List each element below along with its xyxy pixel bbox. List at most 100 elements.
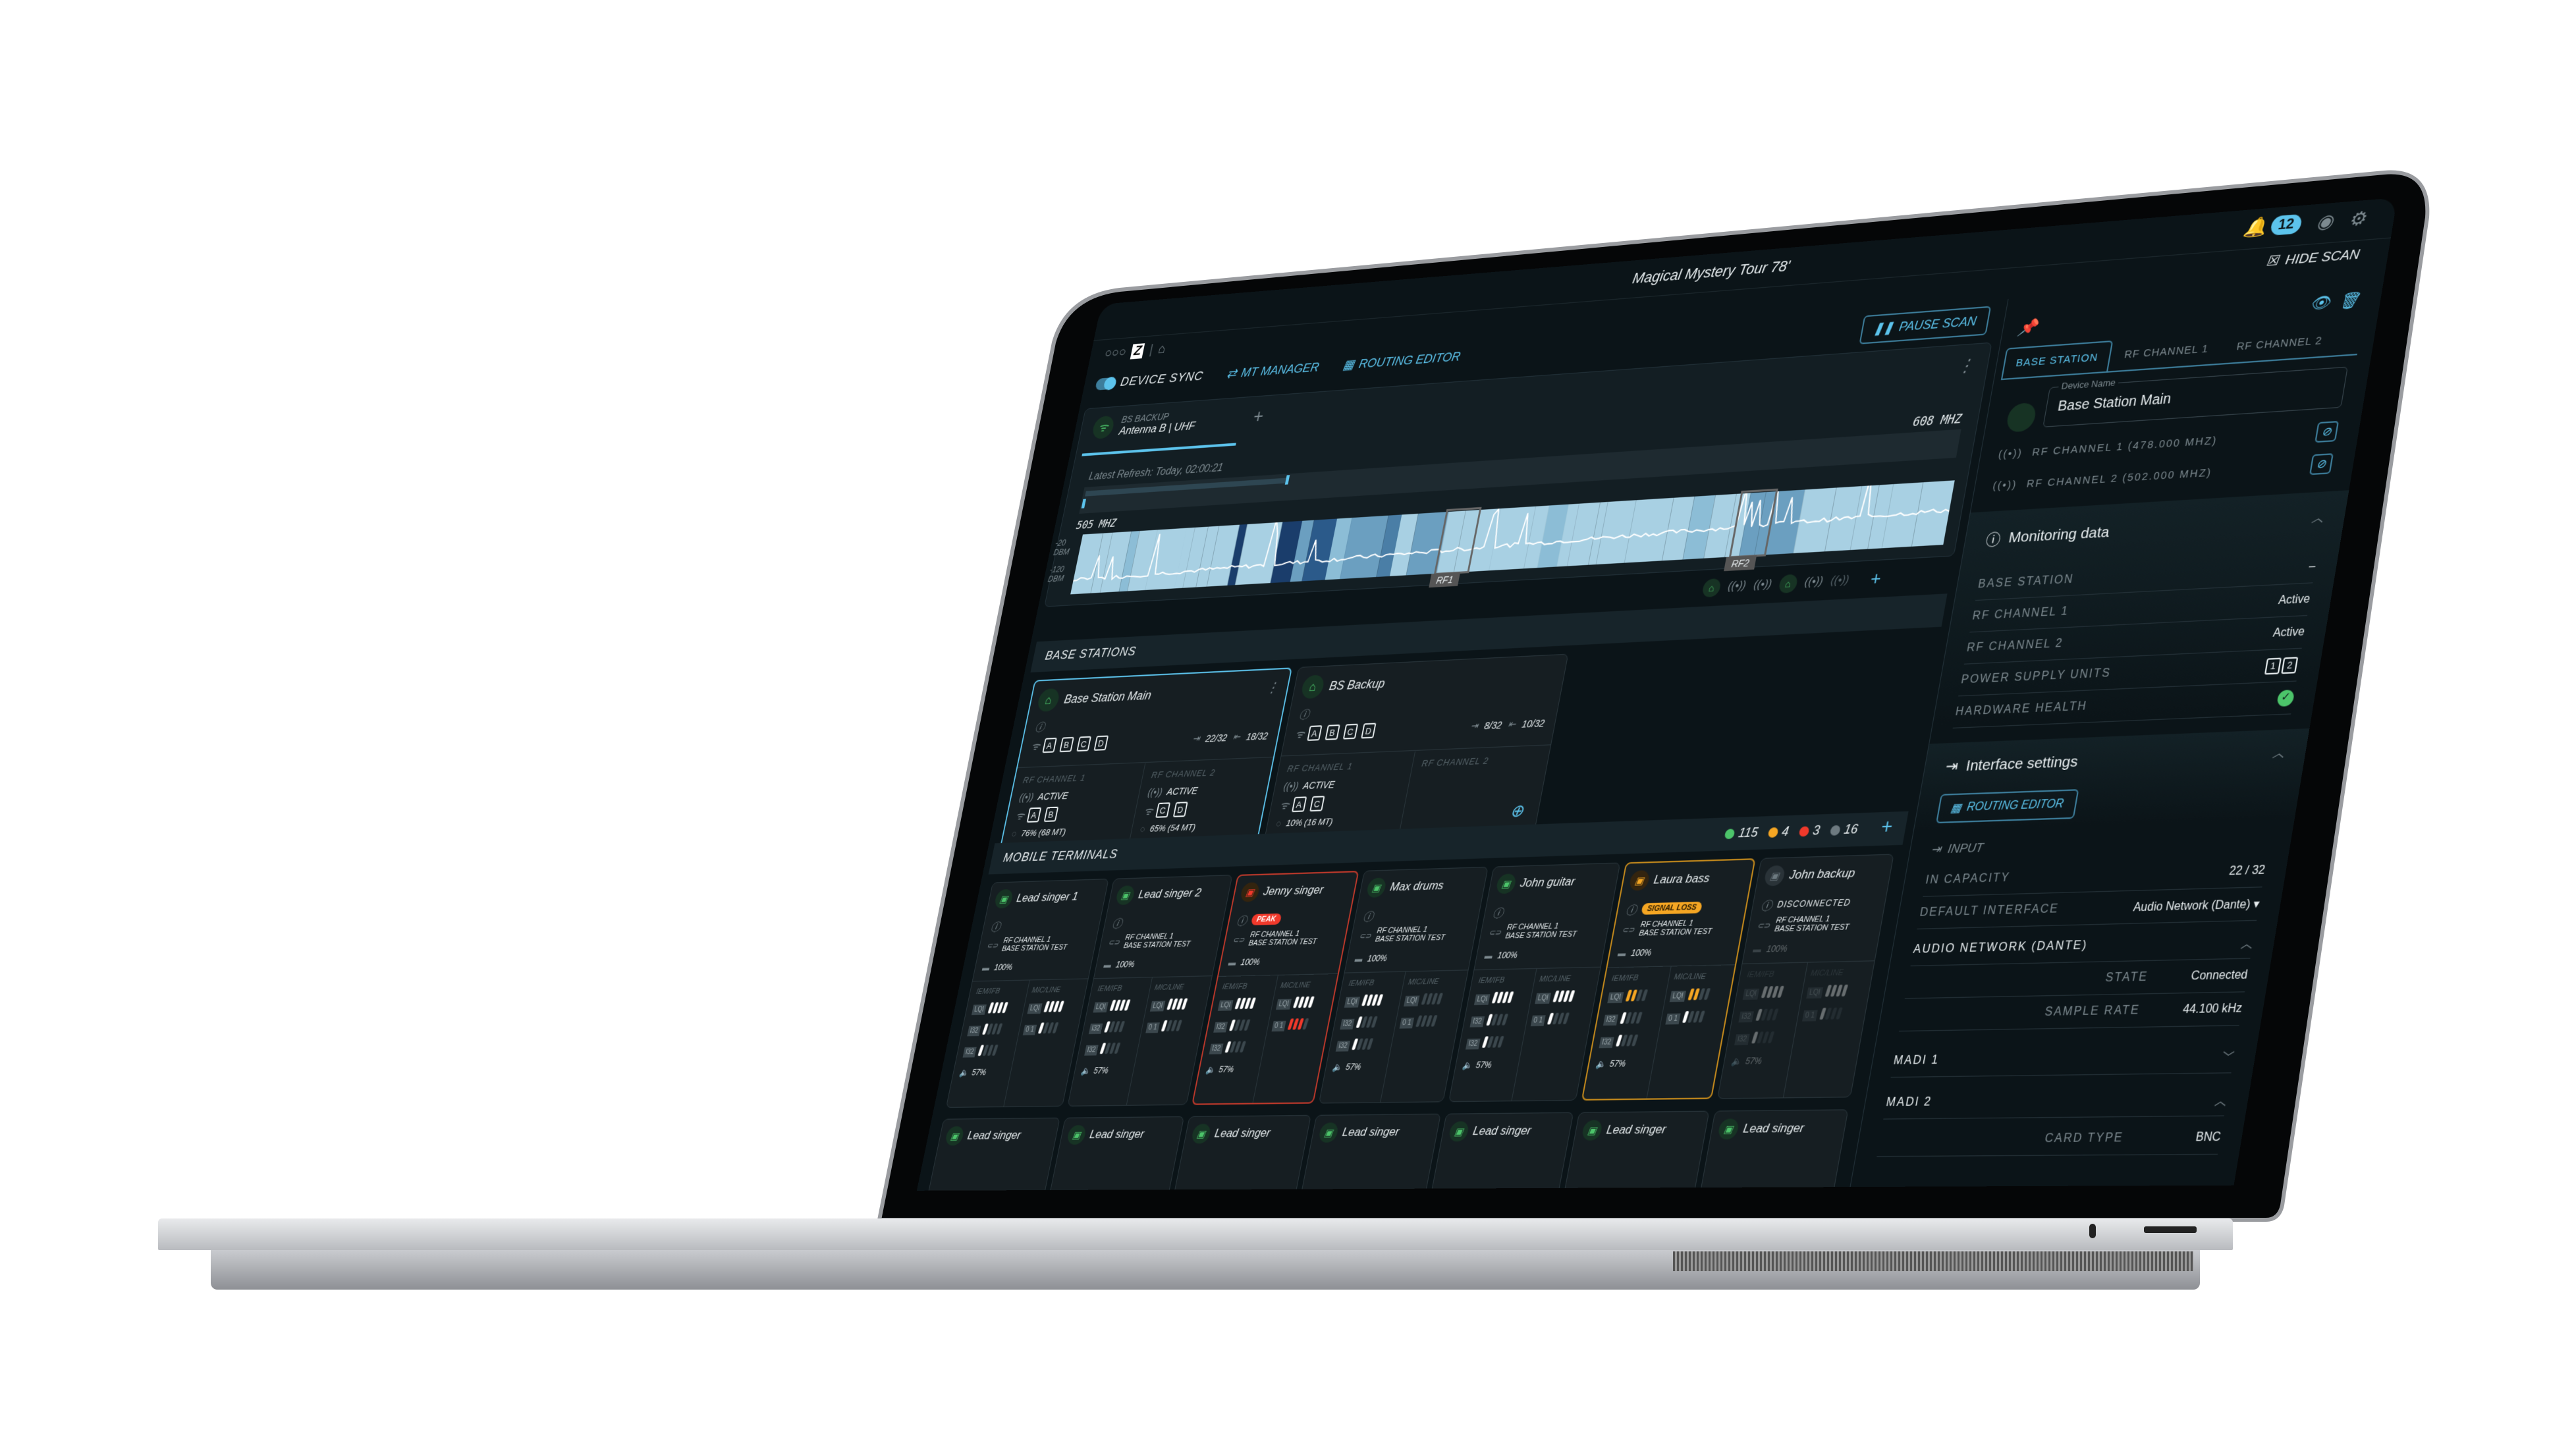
- transmitter-icon: ▣: [1716, 1118, 1740, 1140]
- monitoring-header[interactable]: ⓘ Monitoring data: [1985, 522, 2112, 551]
- base-station-icon: [2005, 402, 2038, 433]
- base-station-card[interactable]: ⌂ Base Station Main ⋮ ⓘ ᯤABCD ⇥ 22/32 ⇤ 18/3…: [999, 667, 1293, 850]
- add-device-button[interactable]: +: [1869, 567, 1882, 589]
- close-box-icon: ☒: [2264, 253, 2280, 270]
- user-icon[interactable]: ◉: [2315, 210, 2335, 234]
- add-channel-button[interactable]: ⊕: [1508, 801, 1525, 822]
- transmitter-icon: ▣: [1628, 870, 1651, 891]
- battery-icon: ▬: [1354, 954, 1364, 964]
- antenna-c-icon: C: [1342, 723, 1358, 740]
- rf-channel-cell: RF CHANNEL 1 ((•)) ACTIVE ᯤAB ◌ 76% (68 MT…: [1010, 772, 1087, 839]
- battery-level: 100%: [1114, 959, 1136, 970]
- routing-editor-button[interactable]: ▦ ROUTING EDITOR: [1935, 789, 2079, 824]
- section-title: MOBILE TERMINALS: [1002, 847, 1119, 865]
- kebab-menu-icon[interactable]: ⋮: [1265, 679, 1280, 697]
- tab-rf-channel-1[interactable]: RF CHANNEL 1: [2108, 333, 2225, 371]
- routing-editor-link[interactable]: ▦ ROUTING EDITOR: [1342, 349, 1462, 373]
- info-icon: ⓘ: [989, 921, 1002, 934]
- trash-icon[interactable]: 🗑: [2338, 290, 2361, 311]
- grid-icon: ▦: [1342, 358, 1356, 373]
- eye-icon[interactable]: 👁: [2309, 293, 2332, 314]
- input-icon: ⇥: [1930, 842, 1942, 857]
- mobile-terminal-card[interactable]: ▣ Lead singer: [1562, 1110, 1710, 1191]
- antenna-a-icon: A: [1291, 796, 1307, 813]
- rf-off-button[interactable]: ⊘: [2314, 420, 2340, 443]
- base-station-icon: ⌂: [1778, 574, 1799, 593]
- base-station-icon: ⌂: [1036, 688, 1061, 712]
- chevron-up-icon: ︿: [2214, 1094, 2228, 1108]
- output-icon: ⇤: [1507, 718, 1517, 730]
- mobile-terminal-card[interactable]: ▣ Lead singer: [1699, 1109, 1849, 1191]
- pin-icon[interactable]: 📌: [2017, 317, 2039, 337]
- volume-icon: 🔈: [1595, 1058, 1607, 1070]
- device-name-field[interactable]: Device Name Base Station Main: [2042, 366, 2348, 427]
- notification-badge[interactable]: 12: [2269, 213, 2303, 236]
- madi-1-header[interactable]: MADI 1 ﹀: [1890, 1039, 2237, 1078]
- device-sync-toggle[interactable]: DEVICE SYNC: [1095, 369, 1205, 391]
- status-badge: DISCONNECTED: [1776, 897, 1852, 910]
- mobile-terminal-card[interactable]: ▣ Lead singer: [1172, 1114, 1311, 1191]
- sync-icon: ⇄: [1225, 366, 1238, 381]
- mobile-terminal-card[interactable]: ▣ Lead singer: [1300, 1113, 1441, 1191]
- scan-tab[interactable]: ᯤ BS BACKUP Antenna B | UHF: [1091, 409, 1198, 440]
- transmitter-icon: ▣: [1190, 1124, 1212, 1144]
- antenna-a-icon: A: [1026, 807, 1041, 823]
- usb-port: [2144, 1226, 2197, 1233]
- traffic-lights[interactable]: ○○○: [1103, 344, 1128, 361]
- volume-icon: 🔈: [958, 1068, 970, 1078]
- mobile-terminal-card[interactable]: ▣ Lead singer: [1048, 1116, 1185, 1191]
- kebab-menu-icon[interactable]: ⋮: [1956, 355, 1976, 377]
- tab-rf-channel-2[interactable]: RF CHANNEL 2: [2220, 325, 2339, 363]
- chevron-up-icon[interactable]: ︿: [2311, 508, 2325, 526]
- base-station-card[interactable]: ⌂ BS Backup ⓘ ᯤABCD ⇥ 8/32 ⇤ 10/32 RF CHANNE…: [1263, 653, 1569, 841]
- rf2-label: RF2: [1724, 555, 1757, 572]
- volume-icon: 🔈: [1331, 1062, 1343, 1072]
- info-icon: ⓘ: [1033, 722, 1046, 734]
- battery-icon: ▬: [1103, 960, 1112, 970]
- tab-base-station[interactable]: BASE STATION: [2001, 340, 2114, 379]
- mobile-terminal-card[interactable]: ▣ Lead singer: [1429, 1112, 1574, 1191]
- pause-scan-button[interactable]: ❚❚ PAUSE SCAN: [1859, 306, 1992, 344]
- info-icon: ⓘ: [1491, 908, 1504, 921]
- active-tab-indicator: [1082, 443, 1236, 456]
- home-icon[interactable]: ⌂: [1157, 342, 1167, 358]
- chevron-up-icon[interactable]: ︿: [2272, 743, 2286, 761]
- bell-icon[interactable]: 🔔: [2242, 215, 2268, 240]
- mt-manager-button[interactable]: ⇄ MT MANAGER: [1226, 360, 1321, 382]
- rf-off-button[interactable]: ⊘: [2309, 453, 2334, 476]
- input-icon: ⇥: [1192, 732, 1201, 744]
- output-icon: ⇤: [1232, 730, 1242, 742]
- battery-level: 100%: [1496, 950, 1519, 961]
- antenna-b-icon: B: [1043, 806, 1058, 823]
- window-controls: ○○○ Z | ⌂: [1103, 341, 1167, 361]
- transmitter-icon: ▣: [1495, 873, 1518, 894]
- add-tab-button[interactable]: +: [1251, 405, 1265, 427]
- chevron-up-icon: ︿: [2239, 937, 2254, 950]
- link-icon: ⊂⊃: [986, 941, 999, 950]
- range-handle-start[interactable]: [1081, 499, 1087, 508]
- base-station-name: Base Station Main: [1062, 688, 1153, 706]
- interface-header[interactable]: ⇥ Interface settings: [1944, 752, 2079, 776]
- battery-level: 100%: [993, 962, 1014, 973]
- speaker-grille: [1673, 1251, 2193, 1271]
- terminal-name: Jenny singer: [1262, 883, 1325, 898]
- antenna-icon: ᯤ: [1294, 728, 1306, 741]
- mobile-terminal-card[interactable]: ▣ Lead singer: [926, 1117, 1060, 1191]
- terminal-name: Lead singer 1: [1015, 889, 1080, 905]
- db-top-label: -20 DBM: [1053, 537, 1070, 558]
- hide-scan-button[interactable]: ☒ HIDE SCAN: [2265, 246, 2361, 270]
- madi-2-header[interactable]: MADI 2 ︿: [1883, 1082, 2230, 1120]
- scan-device-icons: ⌂ ((•)) ((•)) ⌂ ((•)) ((•)) +: [1701, 567, 1882, 599]
- battery-level: 100%: [1765, 943, 1789, 954]
- battery-level: 100%: [1366, 953, 1388, 964]
- link-icon: ⊂⊃: [1488, 928, 1502, 937]
- terminal-name: Laura bass: [1653, 871, 1711, 887]
- ok-count: 115: [1737, 825, 1759, 840]
- antenna-d-icon: D: [1093, 735, 1109, 751]
- transmitter-icon: ▣: [1114, 885, 1136, 906]
- volume-icon: 🔈: [1730, 1056, 1743, 1067]
- rf-icon: ((•)): [1147, 786, 1164, 798]
- range-handle-end[interactable]: [1284, 475, 1290, 485]
- rf-channel-cell: RF CHANNEL 1 ((•)) ACTIVE ᯤAC ◌ 10% (16 MT…: [1275, 761, 1354, 829]
- add-terminal-button[interactable]: +: [1879, 815, 1894, 838]
